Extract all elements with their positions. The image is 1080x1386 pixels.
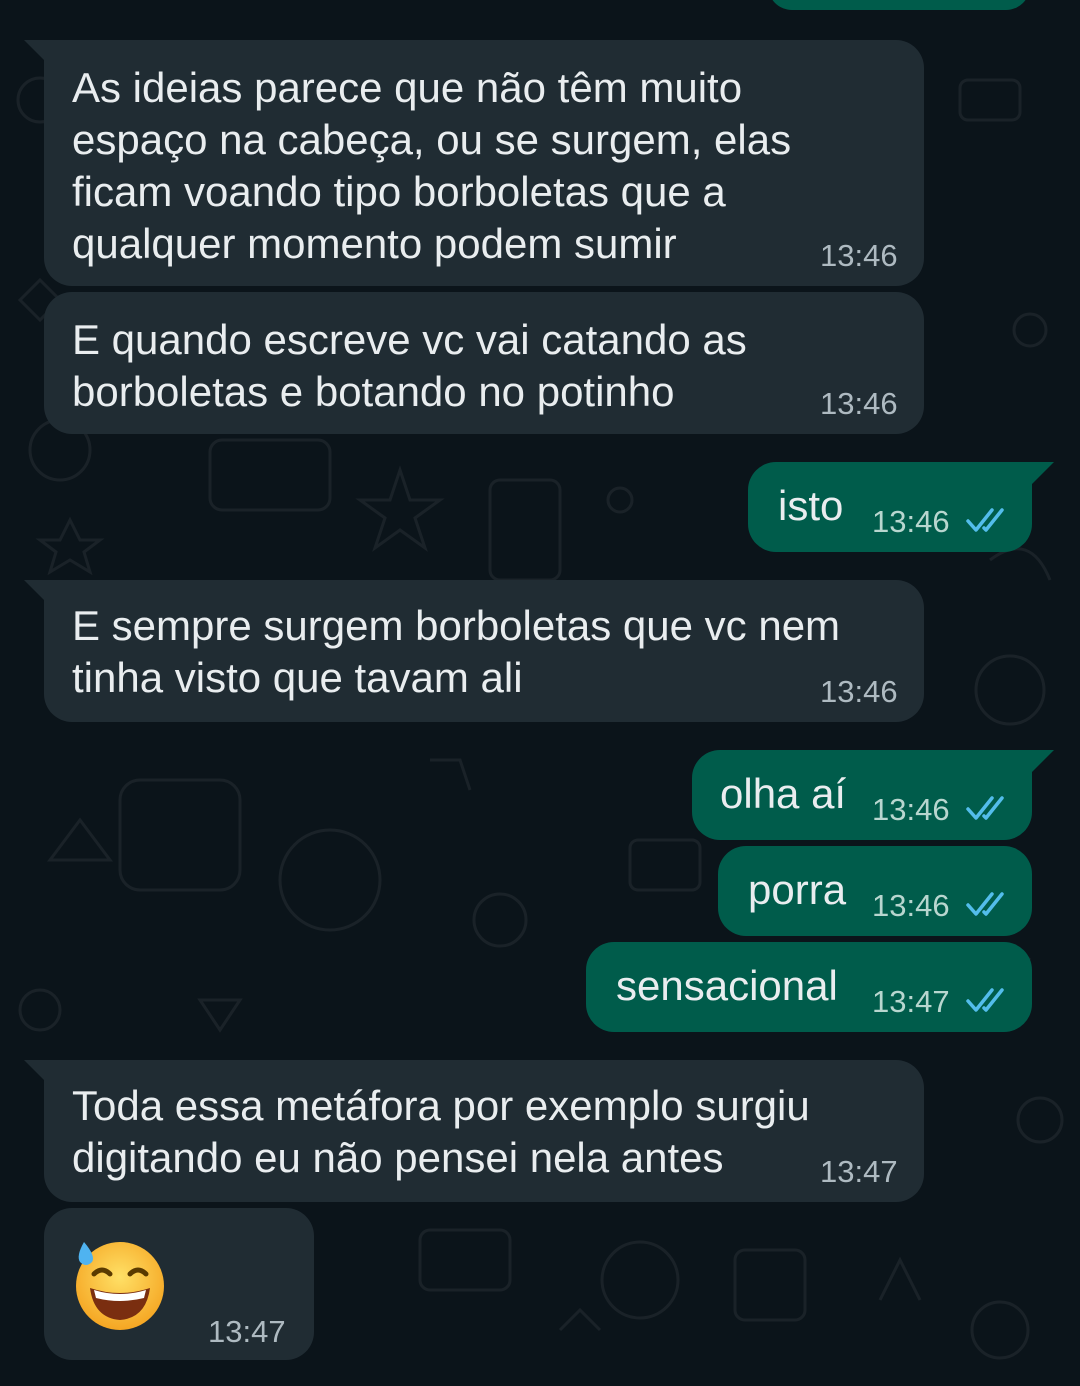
incoming-message-bubble[interactable]: E sempre surgem borboletas que vc nem ti… <box>24 580 924 722</box>
incoming-message-bubble[interactable]: E quando escreve vc vai catando as borbo… <box>44 292 924 434</box>
message-time: 13:46 <box>820 238 898 273</box>
message-time: 13:46 <box>872 792 950 827</box>
message-time: 13:47 <box>872 984 950 1019</box>
outgoing-message-bubble[interactable]: isto 13:46 <box>748 462 1054 552</box>
incoming-message-bubble[interactable]: 13:47 <box>44 1208 314 1360</box>
previous-message-bubble-edge <box>768 0 1030 10</box>
message-text: sensacional <box>616 962 838 1009</box>
message-time: 13:47 <box>820 1154 898 1189</box>
bubble-tail <box>24 580 54 610</box>
grinning-face-with-sweat-icon <box>76 1242 164 1330</box>
read-receipt-icon <box>966 988 1004 1012</box>
message-time: 13:46 <box>820 386 898 421</box>
message-text: As ideias parece que não têm muito espaç… <box>72 64 792 267</box>
read-receipt-icon <box>966 796 1004 820</box>
outgoing-message-bubble[interactable]: porra 13:46 <box>718 846 1032 936</box>
message-text: E sempre surgem borboletas que vc nem ti… <box>72 602 841 701</box>
bubble-tail <box>1024 750 1054 780</box>
outgoing-message-bubble[interactable]: olha aí 13:46 <box>692 750 1054 840</box>
incoming-message-bubble[interactable]: As ideias parece que não têm muito espaç… <box>24 40 924 286</box>
message-time: 13:46 <box>872 504 950 539</box>
bubble-tail <box>24 1060 54 1090</box>
message-text: E quando escreve vc vai catando as borbo… <box>72 316 747 415</box>
message-text: olha aí <box>720 770 847 817</box>
message-time: 13:46 <box>872 888 950 923</box>
message-text: porra <box>748 866 847 913</box>
bubble-tail <box>24 40 54 70</box>
read-receipt-icon <box>966 508 1004 532</box>
message-time: 13:46 <box>820 674 898 709</box>
message-text: isto <box>778 482 844 529</box>
bubble-tail <box>1024 462 1054 492</box>
read-receipt-icon <box>966 892 1004 916</box>
message-time: 13:47 <box>208 1314 286 1349</box>
message-text: Toda essa metáfora por exemplo surgiu di… <box>72 1082 810 1181</box>
incoming-message-bubble[interactable]: Toda essa metáfora por exemplo surgiu di… <box>24 1060 924 1202</box>
outgoing-message-bubble[interactable]: sensacional 13:47 <box>586 942 1032 1032</box>
